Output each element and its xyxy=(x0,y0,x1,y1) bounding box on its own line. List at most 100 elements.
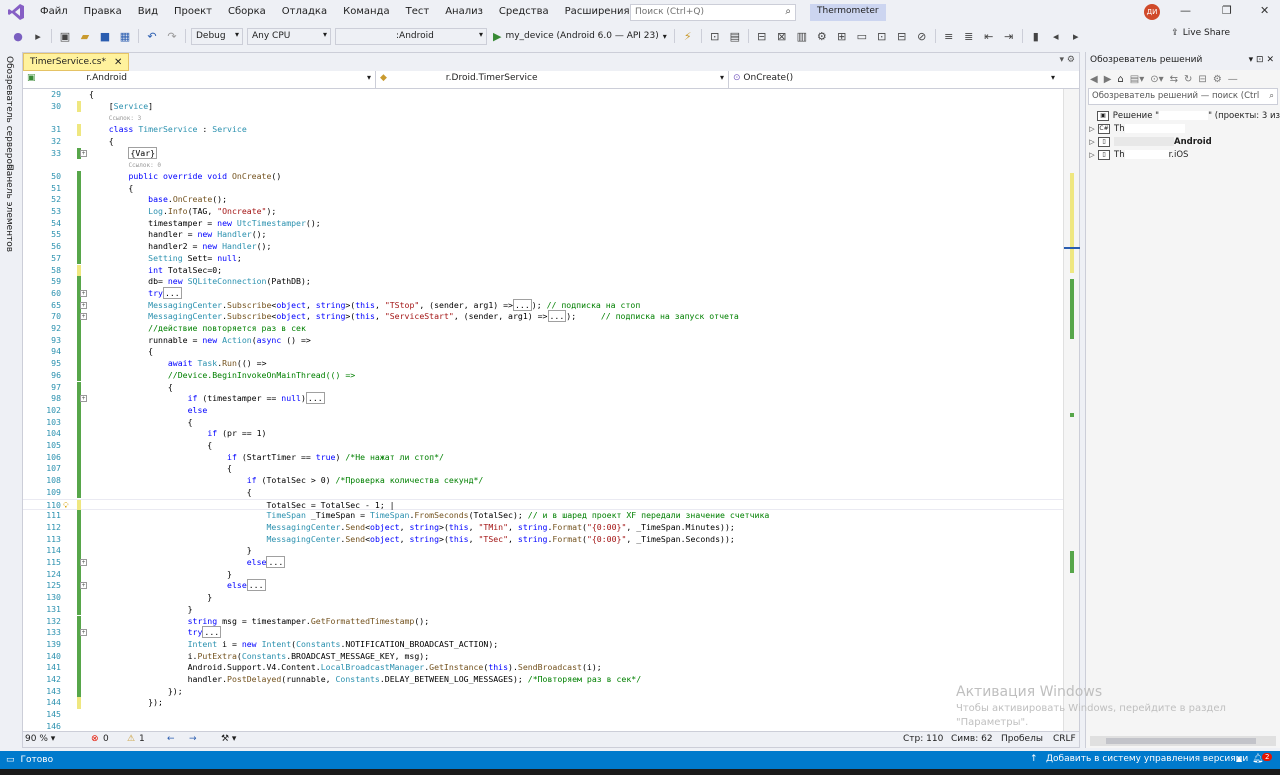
code-line[interactable]: 92 //действие повторяется раз в сек xyxy=(23,323,1063,335)
code-line[interactable]: 140 i.PutExtra(Constants.BROADCAST_MESSA… xyxy=(23,650,1063,663)
chevron-up-icon[interactable]: ▲ xyxy=(1236,754,1242,763)
menu-item[interactable]: Проект xyxy=(166,0,220,24)
uncomment-icon[interactable]: ≣ xyxy=(961,28,977,44)
code-line[interactable]: 142 handler.PostDelayed(runnable, Consta… xyxy=(23,674,1063,686)
quick-launch-search[interactable]: Поиск (Ctrl+Q) ⌕ xyxy=(630,4,796,21)
emulator-icon[interactable]: ▥ xyxy=(794,28,810,44)
menu-item[interactable]: Анализ xyxy=(437,0,491,24)
column-indicator[interactable]: Симв: 62 xyxy=(951,734,993,744)
code-line[interactable]: 104 if (pr == 1) xyxy=(23,428,1063,440)
code-line[interactable]: 30 [Service] xyxy=(23,100,1063,113)
expand-region-icon[interactable]: + xyxy=(80,395,87,403)
code-line[interactable]: 53 Log.Info(TAG, "Oncreate"); xyxy=(23,206,1063,218)
platform-dropdown[interactable]: Any CPU ▾ xyxy=(247,27,331,45)
expand-arrow-icon[interactable]: ▷ xyxy=(1086,138,1098,146)
code-line[interactable]: 52 base.OnCreate(); xyxy=(23,194,1063,206)
forward-icon[interactable]: ▸ xyxy=(30,28,46,44)
class-nav-dropdown[interactable]: ◆ r.Droid.TimerService ▾ xyxy=(376,71,729,88)
code-line[interactable]: 113 MessagingCenter.Send<object, string>… xyxy=(23,533,1063,546)
code-line[interactable]: 106 if (StartTimer == true) /*Не нажат л… xyxy=(23,451,1063,464)
close-icon[interactable]: ✕ xyxy=(1260,4,1269,17)
device-manager-icon[interactable]: ⊡ xyxy=(707,28,723,44)
publish-icon[interactable]: ⊠ xyxy=(774,28,790,44)
nav-forward-icon[interactable]: → xyxy=(189,734,197,744)
code-line[interactable]: 50 public override void OnCreate() xyxy=(23,170,1063,183)
expand-region-icon[interactable]: + xyxy=(80,289,87,297)
new-project-icon[interactable]: ▣ xyxy=(57,28,73,44)
code-line[interactable]: 97 { xyxy=(23,381,1063,394)
prev-bookmark-icon[interactable]: ◂ xyxy=(1048,28,1064,44)
tree-node-project-ios[interactable]: ▷ ▯ Th r.iOS xyxy=(1086,148,1280,161)
error-count[interactable]: 0 xyxy=(103,734,109,744)
code-line[interactable]: 145 xyxy=(23,709,1063,721)
project-nav-dropdown[interactable]: ▣ r.Android ▾ xyxy=(23,71,376,88)
scrollbar-thumb[interactable] xyxy=(1106,738,1256,744)
code-line[interactable]: 133 + try... xyxy=(23,626,1063,639)
code-line[interactable]: 144 }); xyxy=(23,697,1063,710)
code-line[interactable]: 65 + MessagingCenter.Subscribe<object, st… xyxy=(23,298,1063,312)
android-sdk-icon[interactable]: ▤ xyxy=(727,28,743,44)
code-line[interactable]: 107 { xyxy=(23,463,1063,476)
line-indicator[interactable]: Стр: 110 xyxy=(903,734,943,744)
save-icon[interactable]: ■ xyxy=(97,28,113,44)
whitespace-indicator[interactable]: Пробелы xyxy=(1001,734,1043,744)
menu-item[interactable]: Тест xyxy=(398,0,438,24)
undo-icon[interactable]: ↶ xyxy=(144,28,160,44)
expand-region-icon[interactable]: + xyxy=(80,313,87,321)
code-line[interactable]: 31 class TimerService : Service xyxy=(23,124,1063,136)
expand-region-icon[interactable]: + xyxy=(80,149,87,157)
refresh-icon[interactable]: ↻ xyxy=(1184,74,1192,85)
next-bookmark-icon[interactable]: ▸ xyxy=(1068,28,1084,44)
menu-item[interactable]: Файл xyxy=(32,0,76,24)
minimize-icon[interactable]: — xyxy=(1180,4,1191,17)
code-line[interactable]: 57 Setting Sett= null; xyxy=(23,252,1063,265)
code-text-area[interactable]: 29{30 [Service] Ссылок: 3 31 class TimerS… xyxy=(23,89,1063,731)
code-line[interactable]: 93 runnable = new Action(async () => xyxy=(23,334,1063,347)
debug-window-icon[interactable]: ⊡ xyxy=(874,28,890,44)
live-share-button[interactable]: ⇪ Live Share xyxy=(1171,28,1230,38)
code-line[interactable]: 56 handler2 = new Handler(); xyxy=(23,241,1063,253)
user-avatar[interactable]: ДИ xyxy=(1144,4,1160,20)
expand-arrow-icon[interactable]: ▷ xyxy=(1086,125,1098,133)
restore-icon[interactable]: ❐ xyxy=(1222,4,1232,17)
menu-item[interactable]: Отладка xyxy=(274,0,335,24)
code-line[interactable]: 55 handler = new Handler(); xyxy=(23,229,1063,242)
expand-region-icon[interactable]: + xyxy=(80,582,87,590)
back-icon[interactable]: ◀ xyxy=(1090,74,1098,85)
code-line[interactable]: 96 //Device.BeginInvokeOnMainThread(() =… xyxy=(23,369,1063,382)
toolbox-tab[interactable]: Панель элементов xyxy=(4,164,14,252)
menu-item[interactable]: Команда xyxy=(335,0,397,24)
code-line[interactable]: 98 + if (timestamper == null)... xyxy=(23,392,1063,405)
home-icon[interactable]: ⌂ xyxy=(1117,74,1123,85)
outdent-icon[interactable]: ⇤ xyxy=(981,28,997,44)
code-line[interactable]: 95 await Task.Run(() => xyxy=(23,358,1063,370)
code-line[interactable]: 115 + else... xyxy=(23,556,1063,569)
switch-views-icon[interactable]: ▤▾ xyxy=(1130,74,1144,85)
properties-icon[interactable]: ⚙ xyxy=(1213,74,1222,85)
code-line[interactable]: 94 { xyxy=(23,346,1063,359)
line-ending-indicator[interactable]: CRLF xyxy=(1053,734,1076,744)
code-line[interactable]: 60 + try... xyxy=(23,286,1063,300)
layout-icon[interactable]: ⊟ xyxy=(894,28,910,44)
tree-node-project-android[interactable]: ▷ ▯ Android xyxy=(1086,135,1280,148)
lightbulb-icon[interactable]: 💡︎ xyxy=(63,501,69,511)
hot-reload-icon[interactable]: ⚡ xyxy=(680,28,696,44)
code-line[interactable]: 131 } xyxy=(23,603,1063,616)
expand-arrow-icon[interactable]: ▷ xyxy=(1086,151,1098,159)
back-icon[interactable]: ● xyxy=(10,28,26,44)
tree-node-project-shared[interactable]: ▷ C# Th xyxy=(1086,122,1280,135)
screen-icon[interactable]: ▭ xyxy=(854,28,870,44)
collapse-all-icon[interactable]: ⊟ xyxy=(1198,74,1206,85)
panel-options-icon[interactable]: ▾ ⊡ ✕ xyxy=(1249,55,1274,65)
nav-back-icon[interactable]: ← xyxy=(167,734,175,744)
format-icon[interactable]: ⊟ xyxy=(754,28,770,44)
code-line[interactable]: 112 MessagingCenter.Send<object, string>… xyxy=(23,521,1063,534)
forward-icon[interactable]: ▶ xyxy=(1104,74,1112,85)
configuration-dropdown[interactable]: Debug ▾ xyxy=(191,27,243,45)
server-explorer-tab[interactable]: Обозреватель серверов xyxy=(4,56,14,169)
zoom-dropdown[interactable]: 90 % ▾ xyxy=(25,734,55,744)
menu-item[interactable]: Сборка xyxy=(220,0,274,24)
tab-overflow-icon[interactable]: ▾ ⚙ xyxy=(1060,55,1075,65)
code-line[interactable]: 33 + {Var} xyxy=(23,146,1063,160)
deploy-icon[interactable]: ⊞ xyxy=(834,28,850,44)
